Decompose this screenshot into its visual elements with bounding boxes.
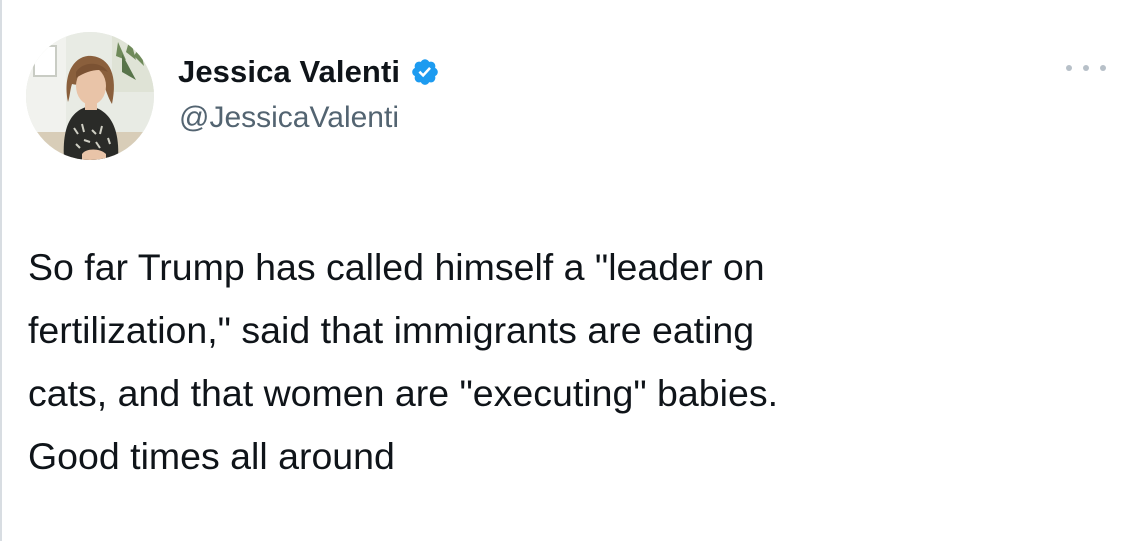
tweet-text-line: So far Trump has called himself a "leade… xyxy=(28,246,765,288)
tweet-text-line: fertilization," said that immigrants are… xyxy=(28,309,755,351)
tweet-text-line: Good times all around xyxy=(28,435,395,477)
tweet-text-line: cats, and that women are "executing" bab… xyxy=(28,372,778,414)
author-name-row[interactable]: Jessica Valenti xyxy=(178,50,440,94)
tweet-card: Jessica Valenti @JessicaValenti So far T… xyxy=(0,0,1138,541)
dot xyxy=(1083,65,1089,71)
avatar[interactable] xyxy=(26,32,154,160)
more-options-icon[interactable] xyxy=(1066,58,1106,78)
dot xyxy=(1066,65,1072,71)
display-name[interactable]: Jessica Valenti xyxy=(178,54,400,90)
dot xyxy=(1100,65,1106,71)
tweet-text: So far Trump has called himself a "leade… xyxy=(28,236,1108,488)
verified-badge-icon xyxy=(410,57,440,87)
user-handle[interactable]: @JessicaValenti xyxy=(179,101,399,135)
avatar-image xyxy=(26,32,154,160)
